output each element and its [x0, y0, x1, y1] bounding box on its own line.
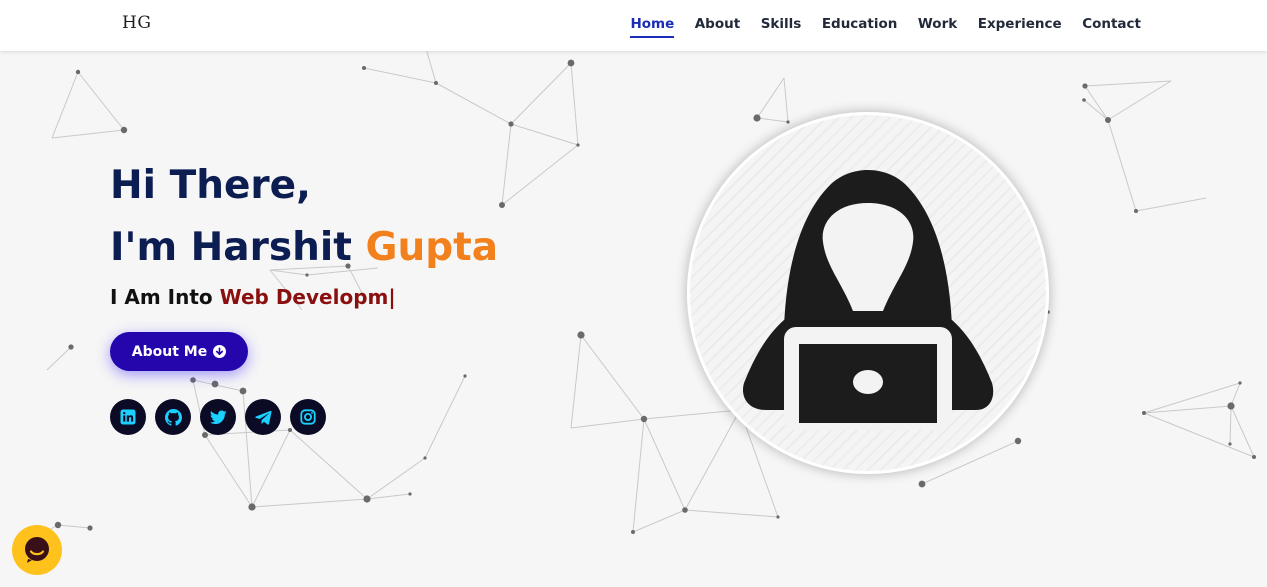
hero-greeting: Hi There, [110, 163, 311, 208]
top-navbar: HG Home About Skills Education Work Expe… [0, 0, 1267, 51]
typing-cursor: | [388, 285, 396, 309]
profile-avatar [687, 112, 1049, 474]
about-me-button[interactable]: About Me [110, 332, 248, 371]
linkedin-icon [120, 409, 136, 425]
hero-text: Hi There, I'm Harshit Gupta I Am Into We… [110, 155, 498, 309]
github-link[interactable] [155, 399, 191, 435]
about-me-button-label: About Me [131, 343, 208, 360]
nav-links: Home About Skills Education Work Experie… [630, 16, 1141, 38]
twitter-link[interactable] [200, 399, 236, 435]
linkedin-link[interactable] [110, 399, 146, 435]
hero-into-line: I Am Into Web Developm| [110, 285, 498, 309]
twitter-icon [209, 409, 227, 424]
telegram-link[interactable] [245, 399, 281, 435]
hero-name-prefix: I'm Harshit [110, 225, 366, 270]
nav-item-work[interactable]: Work [918, 16, 957, 38]
nav-item-skills[interactable]: Skills [761, 16, 802, 38]
telegram-icon [254, 410, 272, 425]
nav-item-contact[interactable]: Contact [1082, 16, 1141, 38]
github-icon [164, 408, 182, 426]
chat-icon [25, 537, 49, 563]
hero-name: I'm Harshit Gupta [110, 217, 498, 279]
typed-text: Web Developm [219, 285, 389, 309]
social-links [110, 399, 326, 435]
instagram-icon [300, 409, 316, 425]
hero-into-prefix: I Am Into [110, 285, 220, 309]
instagram-link[interactable] [290, 399, 326, 435]
nav-item-about[interactable]: About [695, 16, 740, 38]
nav-item-education[interactable]: Education [822, 16, 898, 38]
site-logo[interactable]: HG [122, 13, 151, 33]
arrow-circle-down-icon [213, 345, 227, 358]
nav-item-experience[interactable]: Experience [978, 16, 1062, 38]
hacker-icon [742, 170, 994, 430]
chat-widget-button[interactable] [12, 525, 62, 575]
hero-name-accent: Gupta [365, 225, 499, 270]
nav-item-home[interactable]: Home [630, 16, 675, 38]
